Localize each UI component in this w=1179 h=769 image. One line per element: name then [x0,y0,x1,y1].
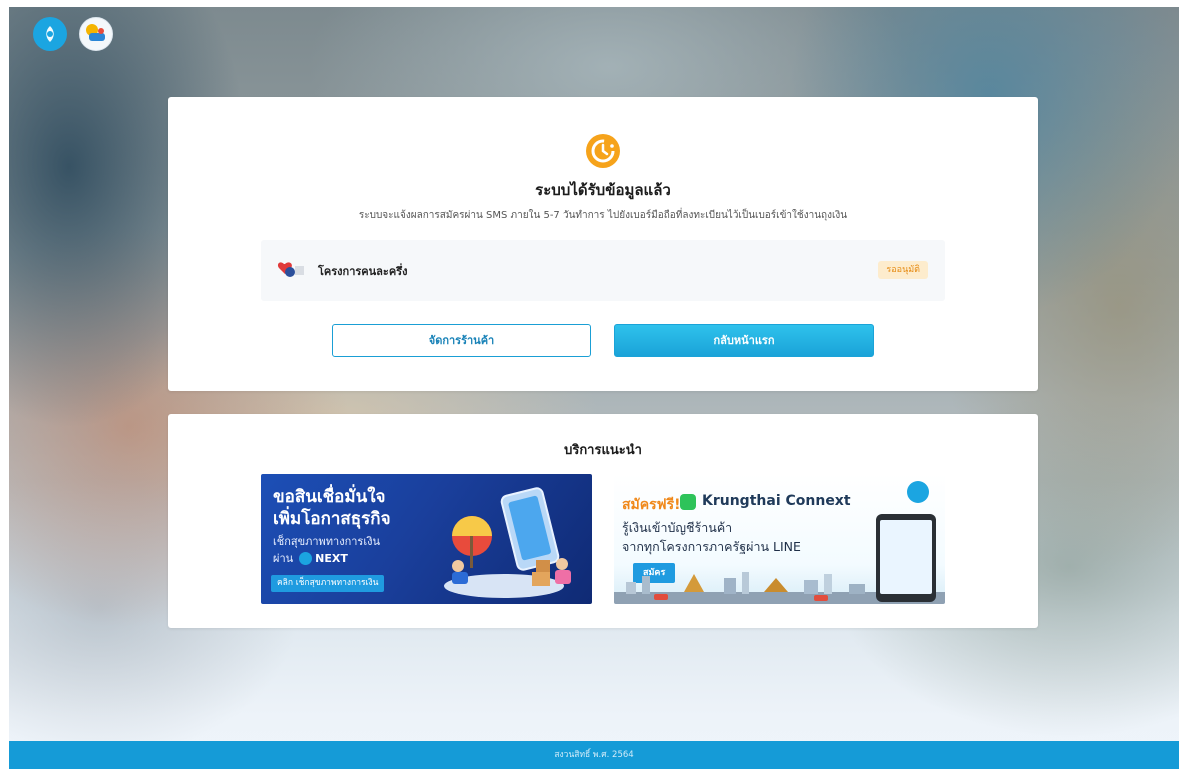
result-card: ระบบได้รับข้อมูลแล้ว ระบบจะแจ้งผลการสมัค… [168,97,1038,391]
connext-subtext-2: จากทุกโครงการภาครัฐผ่าน LINE [622,539,801,554]
manage-shop-button[interactable]: จัดการร้านค้า [332,324,591,357]
result-subtitle: ระบบจะแจ้งผลการสมัครผ่าน SMS ภายใน 5-7 ว… [358,210,848,221]
page-background: ระบบได้รับข้อมูลแล้ว ระบบจะแจ้งผลการสมัค… [9,7,1179,769]
recommended-services-card: บริการแนะนำ ขอสินเชื่อมั่นใจ เพิ่มโอกาสธ… [168,414,1038,628]
project-status-row: โครงการคนละครึ่ง รออนุมัติ [261,240,945,301]
project-logo-icon[interactable] [79,17,113,51]
phone-illustration-icon [444,487,571,598]
connext-brand: Krungthai Connext [702,493,851,509]
result-title: ระบบได้รับข้อมูลแล้ว [535,181,671,199]
krungthai-next-icon [299,551,313,565]
connext-banner[interactable]: สมัครฟรี! Krungthai Connext รู้เงินเข้าบ… [614,474,945,604]
clock-pending-icon [586,134,620,168]
next-app-badge: NEXT [299,551,348,565]
loan-via-label: ผ่าน [273,552,294,565]
connext-free-label: สมัครฟรี! [622,497,681,513]
footer: สงวนสิทธิ์ พ.ศ. 2564 [9,741,1179,769]
loan-banner[interactable]: ขอสินเชื่อมั่นใจ เพิ่มโอกาสธุรกิจ เช็กสุ… [261,474,592,604]
copyright-text: สงวนสิทธิ์ พ.ศ. 2564 [554,750,634,760]
next-app-name: NEXT [315,551,348,565]
loan-subtext-app: ผ่าน NEXT [273,549,348,567]
header-logos [33,17,113,51]
recommended-title: บริการแนะนำ [564,443,642,458]
loan-headline-2: เพิ่มโอกาสธุรกิจ [273,509,391,529]
line-icon [680,494,696,510]
loan-subtext: เช็กสุขภาพทางการเงิน [273,535,380,548]
krungthai-connext-logo-icon [907,481,929,503]
project-name: โครงการคนละครึ่ง [318,265,408,278]
phone-screen [880,520,932,594]
loan-headline-1: ขอสินเชื่อมั่นใจ [273,487,386,507]
phone-line-chat-icon [876,514,936,602]
half-half-project-icon [277,262,304,277]
krungthai-logo-icon[interactable] [33,17,67,51]
back-home-button[interactable]: กลับหน้าแรก [614,324,874,357]
connext-subtext-1: รู้เงินเข้าบัญชีร้านค้า [622,520,733,535]
loan-cta-button[interactable]: คลิก เช็กสุขภาพทางการเงิน [271,575,385,592]
status-badge: รออนุมัติ [878,261,928,279]
